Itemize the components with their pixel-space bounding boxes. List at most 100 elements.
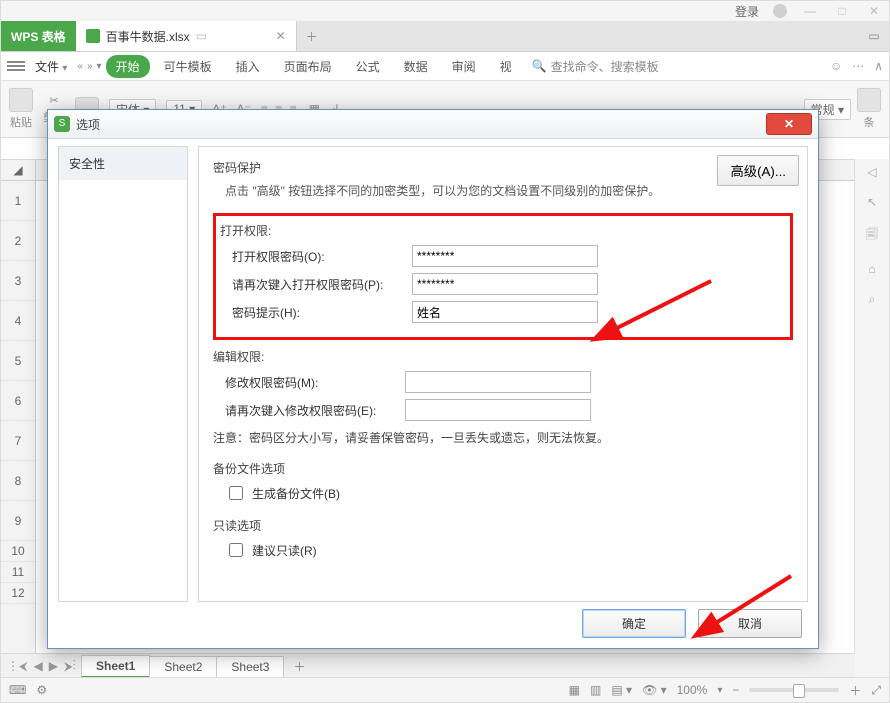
tab-close-icon[interactable]: ✕ [276,29,286,43]
wps-icon: S [54,116,70,132]
row-header[interactable]: 11 [1,562,35,583]
maximize-icon[interactable]: □ [833,4,851,18]
edit-password-field[interactable] [405,371,591,393]
command-search[interactable]: 🔍 查找命令、搜索模板 [532,58,659,75]
ribbon-tab-insert[interactable]: 插入 [226,55,270,78]
open-password-field[interactable] [412,245,598,267]
row-header[interactable]: 10 [1,541,35,562]
clipboard-icon[interactable]: 🗐 [866,225,878,246]
sheet-nav-last-icon[interactable]: ⮞⋮ [64,659,76,674]
row-header[interactable]: 12 [1,583,35,604]
chat-icon[interactable]: ⌕ [869,292,876,307]
collapse-ribbon-icon[interactable]: ∧ [874,59,883,73]
zoom-label[interactable]: 100% [677,683,708,697]
sheet-tab[interactable]: Sheet2 [149,656,217,677]
edit-permission-head: 编辑权限: [213,348,793,365]
paste-button[interactable]: 粘贴 [9,88,33,130]
ribbon-tab-view[interactable]: 视 [490,55,522,78]
view-normal-icon[interactable]: ▦ [569,683,580,697]
options-dialog: S 选项 ✕ 安全性 高级(A)... 密码保护 点击 "高级" 按钮选择不同的… [47,109,819,649]
tab-list-icon[interactable]: ▭ [859,21,889,51]
row-header[interactable]: 5 [1,341,35,381]
sidebar-item-security[interactable]: 安全性 [59,147,187,180]
open-password-confirm-field[interactable] [412,273,598,295]
password-note: 注意：密码区分大小写，请妥善保管密码，一旦丢失或遗忘，则无法恢复。 [213,429,793,446]
zoom-in-icon[interactable]: ＋ [849,682,861,699]
minimize-icon[interactable]: — [801,4,819,18]
edit-password-label: 修改权限密码(M): [225,374,395,391]
status-mode-icon[interactable]: ⌨ [9,683,26,697]
ribbon-tab-layout[interactable]: 页面布局 [274,55,342,78]
row-header[interactable]: 3 [1,261,35,301]
ribbon-tab-formula[interactable]: 公式 [346,55,390,78]
ok-button[interactable]: 确定 [582,609,686,638]
password-hint-text: 点击 "高级" 按钮选择不同的加密类型，可以为您的文档设置不同级别的加密保护。 [225,182,793,199]
row-header[interactable]: 8 [1,461,35,501]
password-hint-label: 密码提示(H): [232,304,402,321]
app-window: 登录 — □ ✕ WPS 表格 百事牛数据.xlsx ▭ ✕ ＋ ▭ 文件 ▾ … [0,0,890,703]
smile-icon[interactable]: ☺ [830,59,842,73]
status-settings-icon[interactable]: ⚙ [36,683,47,697]
file-menu[interactable]: 文件 ▾ [29,58,73,75]
row-header[interactable]: 6 [1,381,35,421]
readonly-head: 只读选项 [213,517,793,534]
row-header[interactable]: 9 [1,501,35,541]
app-tab[interactable]: WPS 表格 [1,21,76,51]
open-permission-group: 打开权限: 打开权限密码(O): 请再次键入打开权限密码(P): 密码提示(H)… [213,213,793,340]
more-icon[interactable]: ⋯ [852,59,864,73]
search-placeholder: 查找命令、搜索模板 [551,58,659,75]
ribbon-tab-templates[interactable]: 可牛模板 [154,55,222,78]
fullscreen-icon[interactable]: ⤢ [871,683,881,698]
search-icon: 🔍 [532,59,547,73]
login-link[interactable]: 登录 [735,3,759,20]
tab-strip: WPS 表格 百事牛数据.xlsx ▭ ✕ ＋ ▭ [1,21,889,52]
new-tab-button[interactable]: ＋ [297,21,327,51]
sheet-tab[interactable]: Sheet3 [216,656,284,677]
right-sidebar: ◁ ↖ 🗐 ⌂ ⌕ [854,159,889,654]
dialog-title: 选项 [76,116,100,133]
zoom-slider[interactable] [749,688,839,692]
backup-checkbox[interactable] [229,486,243,500]
view-pagebreak-icon[interactable]: ▥ [590,683,601,697]
backup-head: 备份文件选项 [213,460,793,477]
edit-password-confirm-field[interactable] [405,399,591,421]
sheet-tab[interactable]: Sheet1 [81,655,150,678]
dialog-close-button[interactable]: ✕ [766,113,812,135]
row-header[interactable]: 4 [1,301,35,341]
open-permission-head: 打开权限: [220,222,784,239]
add-sheet-button[interactable]: ＋ [283,655,315,678]
row-header[interactable]: 1 [1,181,35,221]
triangle-icon[interactable]: ◁ [867,165,876,179]
readonly-checkbox-label: 建议只读(R) [252,542,317,559]
zoom-out-icon[interactable]: − [732,683,739,697]
cancel-button[interactable]: 取消 [698,609,802,638]
eye-icon[interactable]: 👁 ▾ [642,683,667,697]
row-header[interactable]: 7 [1,421,35,461]
ribbon-tab-data[interactable]: 数据 [394,55,438,78]
conditional-format-button[interactable]: 条 [857,88,881,130]
tab-monitor-icon[interactable]: ▭ [196,29,207,43]
history-fwd-icon[interactable]: » [87,61,93,72]
open-password-confirm-label: 请再次键入打开权限密码(P): [232,276,402,293]
password-hint-field[interactable] [412,301,598,323]
readonly-checkbox[interactable] [229,543,243,557]
style-icon[interactable]: ⌂ [868,262,875,276]
ribbon-tab-home[interactable]: 开始 [106,55,150,78]
ribbon-tab-review[interactable]: 审阅 [442,55,486,78]
select-icon[interactable]: ↖ [867,195,877,209]
advanced-button[interactable]: 高级(A)... [717,155,799,186]
close-window-icon[interactable]: ✕ [865,4,883,18]
spreadsheet-icon [86,29,100,43]
row-header[interactable]: 2 [1,221,35,261]
file-tab-label: 百事牛数据.xlsx [106,28,190,45]
sheet-nav-prev-icon[interactable]: ◀ [34,659,43,674]
file-tab[interactable]: 百事牛数据.xlsx ▭ ✕ [76,21,297,51]
hamburger-icon[interactable] [7,59,25,73]
avatar-icon[interactable] [773,4,787,18]
view-layout-icon[interactable]: ▤ ▾ [611,683,632,697]
ribbon-tabs: 文件 ▾ « » ▾ 开始 可牛模板 插入 页面布局 公式 数据 审阅 视 🔍 … [1,52,889,81]
select-all-corner[interactable]: ◢ [1,160,35,181]
sheet-nav-next-icon[interactable]: ▶ [49,659,58,674]
sheet-nav-first-icon[interactable]: ⋮⮜ [7,659,28,674]
history-back-icon[interactable]: « [77,61,83,72]
